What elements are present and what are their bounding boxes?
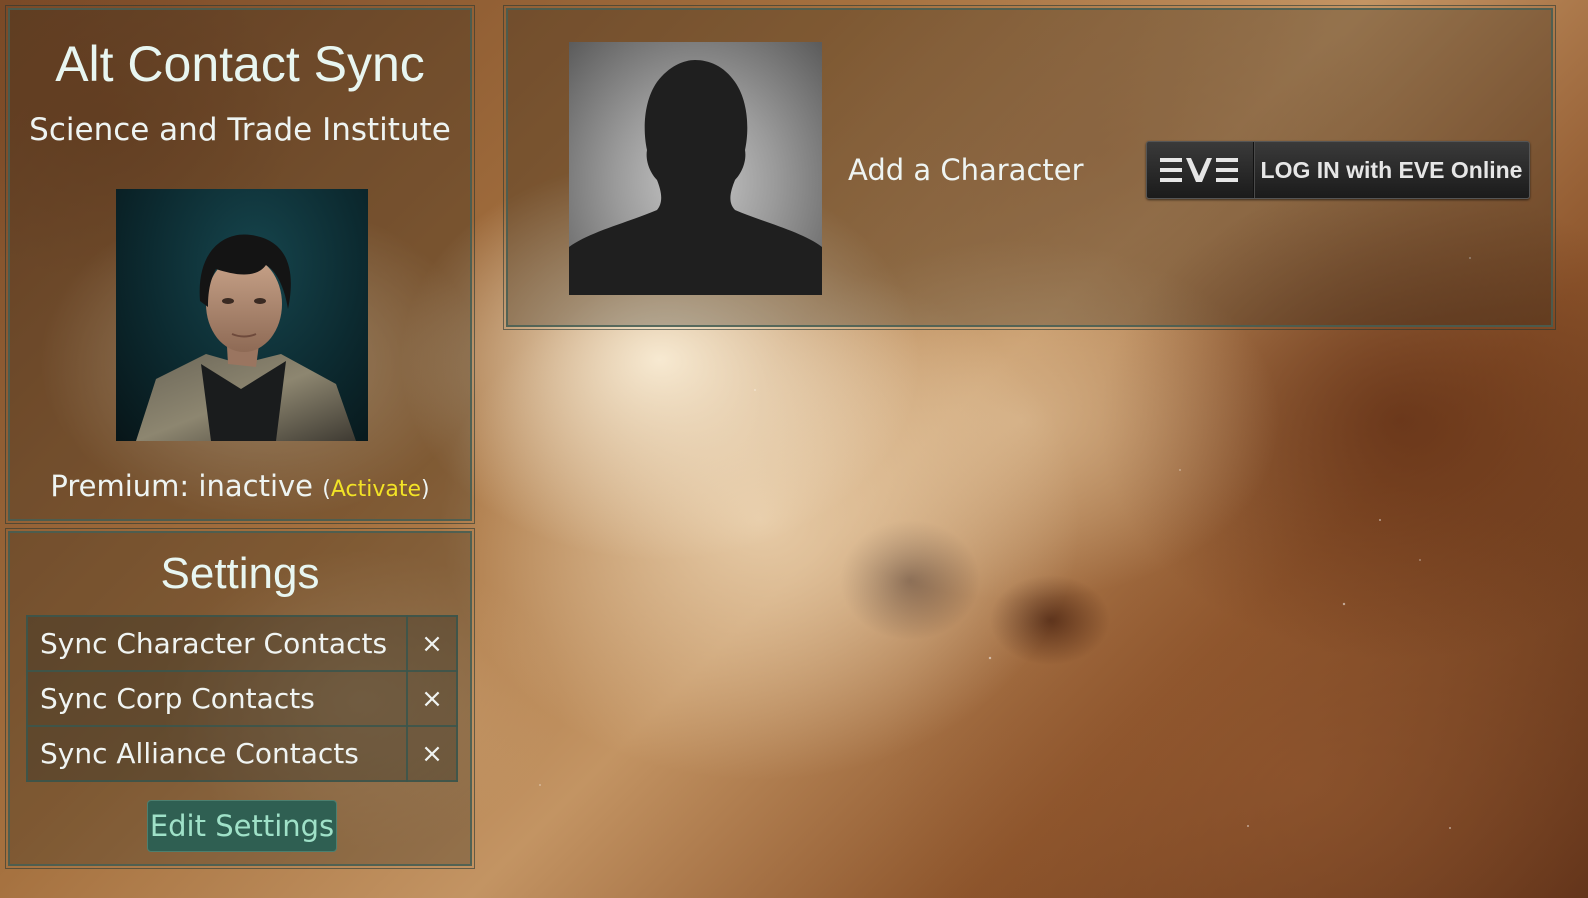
placeholder-avatar — [569, 42, 822, 295]
activate-premium-link[interactable]: Activate — [331, 477, 421, 502]
settings-table: Sync Character Contacts × Sync Corp Cont… — [26, 615, 458, 782]
character-portrait — [116, 189, 368, 441]
profile-panel: Alt Contact Sync Science and Trade Insti… — [5, 5, 475, 524]
paren-close: ) — [421, 477, 430, 502]
premium-status: Premium: inactive (Activate) — [10, 468, 470, 508]
settings-row-label: Sync Corp Contacts — [26, 670, 408, 727]
corporation-name: Science and Trade Institute — [29, 112, 451, 148]
eve-logo — [1147, 142, 1254, 198]
paren-open: ( — [322, 477, 331, 502]
premium-label: Premium: inactive — [50, 469, 314, 503]
settings-title: Settings — [160, 549, 320, 598]
add-character-label: Add a Character — [848, 153, 1084, 187]
eve-logo-icon — [1160, 158, 1238, 182]
disabled-x-icon: × — [406, 615, 458, 672]
app-title: Alt Contact Sync — [55, 36, 425, 92]
settings-row-label: Sync Alliance Contacts — [26, 725, 408, 782]
disabled-x-icon: × — [406, 725, 458, 782]
disabled-x-icon: × — [406, 670, 458, 727]
settings-panel: Settings Sync Character Contacts × Sync … — [5, 528, 475, 869]
eve-login-text: LOG IN with EVE Online — [1260, 156, 1523, 183]
eve-login-button[interactable]: LOG IN with EVE Online — [1146, 141, 1530, 199]
add-character-panel: Add a Character LOG IN with EVE Online — [503, 5, 1556, 330]
settings-row-alliance-contacts: Sync Alliance Contacts × — [26, 725, 458, 782]
character-portrait-image — [136, 234, 356, 441]
edit-settings-button[interactable]: Edit Settings — [147, 800, 337, 852]
settings-row-character-contacts: Sync Character Contacts × — [26, 615, 458, 672]
settings-row-corp-contacts: Sync Corp Contacts × — [26, 670, 458, 727]
silhouette-icon — [569, 60, 822, 295]
settings-row-label: Sync Character Contacts — [26, 615, 408, 672]
